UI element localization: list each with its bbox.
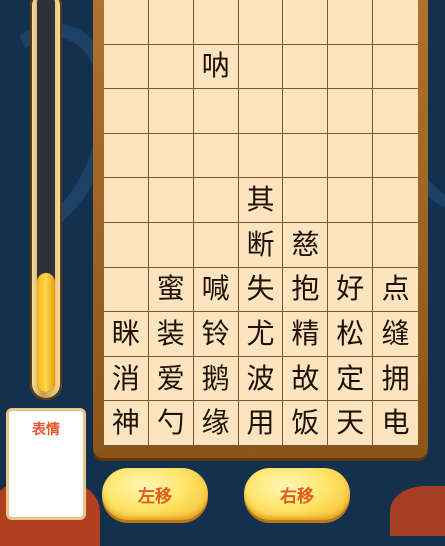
empty-cell (148, 133, 194, 179)
empty-cell (328, 133, 374, 179)
character-tile[interactable]: 神 (104, 401, 149, 446)
empty-cell (328, 178, 374, 223)
empty-cell (104, 89, 149, 134)
character-tile[interactable]: 用 (238, 401, 284, 446)
empty-cell (328, 44, 374, 90)
character-tile[interactable]: 消 (104, 356, 149, 402)
character-tile[interactable]: 尤 (238, 312, 284, 357)
empty-cell (328, 89, 374, 134)
empty-cell (238, 44, 284, 90)
empty-cell (328, 222, 374, 268)
empty-cell (373, 0, 418, 45)
empty-cell (148, 44, 194, 90)
empty-cell (238, 0, 284, 45)
character-tile[interactable]: 铃 (193, 312, 239, 357)
empty-cell (148, 178, 194, 223)
character-tile[interactable]: 缝 (373, 312, 418, 357)
character-tile[interactable]: 鹅 (193, 356, 239, 402)
empty-cell (283, 89, 329, 134)
empty-cell (104, 0, 149, 45)
character-tile[interactable]: 蜜 (148, 267, 194, 313)
empty-cell (373, 45, 418, 90)
progress-tube (30, 0, 62, 400)
character-tile[interactable]: 精 (283, 312, 329, 357)
empty-cell (373, 178, 418, 223)
empty-cell (104, 178, 149, 223)
empty-cell (373, 134, 418, 179)
character-tile[interactable]: 电 (373, 401, 418, 446)
empty-cell (148, 0, 194, 45)
empty-cell (193, 89, 239, 134)
emoji-button[interactable]: 表情 (6, 408, 86, 520)
progress-fill (37, 273, 55, 392)
empty-cell (148, 222, 194, 268)
empty-cell (193, 178, 239, 223)
progress-track (37, 0, 55, 392)
empty-cell (373, 89, 418, 134)
character-tile[interactable]: 波 (238, 356, 284, 402)
character-tile[interactable]: 勺 (148, 401, 194, 446)
character-tile[interactable]: 点 (373, 268, 418, 313)
character-tile[interactable]: 喊 (193, 267, 239, 313)
character-tile[interactable]: 缘 (193, 401, 239, 446)
character-tile[interactable]: 其 (238, 178, 284, 223)
empty-cell (193, 133, 239, 179)
empty-cell (328, 0, 374, 45)
character-tile[interactable]: 松 (328, 312, 374, 357)
character-tile[interactable]: 天 (328, 401, 374, 446)
character-tile[interactable]: 慈 (283, 222, 329, 268)
empty-cell (193, 0, 239, 45)
empty-cell (283, 133, 329, 179)
empty-cell (104, 222, 149, 268)
character-tile[interactable]: 定 (328, 356, 374, 402)
empty-cell (283, 178, 329, 223)
character-tile[interactable]: 拥 (373, 357, 418, 402)
empty-cell (283, 44, 329, 90)
move-left-button[interactable]: 左移 (102, 468, 208, 520)
empty-cell (104, 133, 149, 179)
corner-decoration (390, 486, 445, 536)
character-tile[interactable]: 好 (328, 267, 374, 313)
empty-cell (148, 89, 194, 134)
character-tile[interactable]: 饭 (283, 401, 329, 446)
empty-cell (238, 89, 284, 134)
emoji-label: 表情 (32, 421, 60, 437)
character-tile[interactable]: 装 (148, 312, 194, 357)
character-tile[interactable]: 爱 (148, 356, 194, 402)
character-tile[interactable]: 抱 (283, 267, 329, 313)
character-grid: 呐其断慈蜜喊失抱好点眯装铃尤精松缝消爱鹅波故定拥神勺缘用饭天电 (104, 0, 418, 446)
character-tile[interactable]: 失 (238, 267, 284, 313)
character-tile[interactable]: 断 (238, 222, 284, 268)
empty-cell (283, 0, 329, 45)
empty-cell (373, 223, 418, 268)
empty-cell (104, 44, 149, 90)
empty-cell (193, 222, 239, 268)
move-right-button[interactable]: 右移 (244, 468, 350, 520)
character-tile[interactable]: 故 (283, 356, 329, 402)
character-tile[interactable]: 呐 (193, 44, 239, 90)
empty-cell (238, 133, 284, 179)
game-board: 呐其断慈蜜喊失抱好点眯装铃尤精松缝消爱鹅波故定拥神勺缘用饭天电 (104, 0, 418, 446)
empty-cell (104, 267, 149, 313)
character-tile[interactable]: 眯 (104, 312, 149, 357)
